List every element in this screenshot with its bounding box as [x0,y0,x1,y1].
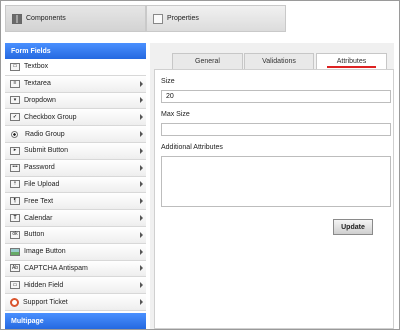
textbox-icon: ▭ [10,62,20,71]
sidebar-item-hidden-field[interactable]: ▭ Hidden Field [5,277,146,295]
sidebar-item-label: Password [24,164,55,172]
sidebar-item-radio-group[interactable]: Radio Group [5,126,146,143]
sidebar-item-label: Calendar [24,214,53,222]
tab-components[interactable]: Components [5,5,146,32]
max-size-input[interactable] [161,123,391,136]
active-tab-indicator [327,66,376,68]
sidebar-item-dropdown[interactable]: ▾ Dropdown [5,92,146,110]
tab-general[interactable]: General [172,53,243,69]
chevron-right-icon [140,248,143,255]
sidebar-item-label: Image Button [24,248,66,256]
max-size-label: Max Size [161,111,190,118]
calendar-icon: T [10,214,20,223]
sidebar-item-label: File Upload [24,180,60,188]
sidebar-item-support-ticket[interactable]: Support Ticket [5,294,146,311]
chevron-right-icon [140,97,143,104]
chevron-right-icon [140,299,143,306]
password-icon: ••• [10,163,20,172]
sidebar-item-textbox[interactable]: ▭ Textbox [5,59,146,76]
sidebar: Form Fields ▭ Textbox ≡ Textarea ▾ Dropd… [5,43,146,311]
additional-attributes-textarea[interactable] [161,156,391,207]
chevron-right-icon [140,231,143,238]
components-icon [12,13,22,24]
sidebar-item-submit-button[interactable]: ▸ Submit Button [5,142,146,160]
chevron-right-icon [140,215,143,222]
tab-properties-label: Properties [167,15,199,22]
sidebar-item-label: Button [24,231,45,239]
sidebar-item-image-button[interactable]: Image Button [5,243,146,261]
chevron-right-icon [140,131,143,138]
free-text-icon: ¶ [10,197,20,206]
sidebar-item-label: Radio Group [25,130,65,138]
update-button[interactable]: Update [333,219,373,235]
chevron-right-icon [140,114,143,121]
radio-icon [11,130,18,138]
sidebar-item-label: Textbox [24,63,49,71]
additional-attributes-label: Additional Attributes [161,144,223,151]
sidebar-item-file-upload[interactable]: ⇡ File Upload [5,176,146,194]
size-label: Size [161,78,175,85]
chevron-right-icon [140,80,143,87]
chevron-right-icon [140,198,143,205]
sidebar-item-label: Checkbox Group [24,113,77,121]
tab-validations[interactable]: Validations [244,53,314,69]
sidebar-item-label: Dropdown [24,96,56,104]
sidebar-item-label: Textarea [24,80,51,88]
textarea-icon: ≡ [10,79,20,88]
captcha-icon: Ab [10,264,20,273]
sidebar-item-label: Hidden Field [24,281,64,289]
sidebar-item-checkbox-group[interactable]: ✓ Checkbox Group [5,109,146,127]
sidebar-item-textarea[interactable]: ≡ Textarea [5,75,146,93]
attributes-form: Size Max Size Additional Attributes Upda… [154,69,394,329]
sidebar-item-captcha[interactable]: Ab CAPTCHA Antispam [5,260,146,278]
multipage-header[interactable]: Multipage [5,313,146,329]
hidden-field-icon: ▭ [10,281,20,290]
app-window: Components Properties Form Fields ▭ Text… [0,0,400,330]
chevron-right-icon [140,265,143,272]
submit-button-icon: ▸ [10,146,20,155]
tab-attributes[interactable]: Attributes [316,53,387,69]
sidebar-item-button[interactable]: ok Button [5,226,146,244]
sidebar-item-password[interactable]: ••• Password [5,159,146,177]
file-upload-icon: ⇡ [10,180,20,189]
size-input[interactable] [161,90,391,103]
checkbox-icon: ✓ [10,113,20,122]
button-icon: ok [10,230,20,239]
sidebar-item-label: Submit Button [24,147,68,155]
tab-components-label: Components [26,15,66,22]
chevron-right-icon [140,282,143,289]
dropdown-icon: ▾ [10,96,20,105]
chevron-right-icon [140,164,143,171]
form-fields-header[interactable]: Form Fields [5,43,146,59]
sidebar-item-calendar[interactable]: T Calendar [5,210,146,227]
sidebar-item-label: Free Text [24,197,54,205]
tab-properties[interactable]: Properties [146,5,286,32]
lifebuoy-icon [10,297,19,307]
properties-panel: General Validations Attributes Size Max … [150,43,394,329]
sidebar-item-free-text[interactable]: ¶ Free Text [5,193,146,211]
properties-icon [153,13,163,24]
sidebar-item-label: Support Ticket [23,298,68,306]
chevron-right-icon [140,147,143,154]
sidebar-item-label: CAPTCHA Antispam [24,264,88,272]
image-button-icon [10,247,20,256]
chevron-right-icon [140,181,143,188]
tab-attributes-label: Attributes [336,58,367,65]
